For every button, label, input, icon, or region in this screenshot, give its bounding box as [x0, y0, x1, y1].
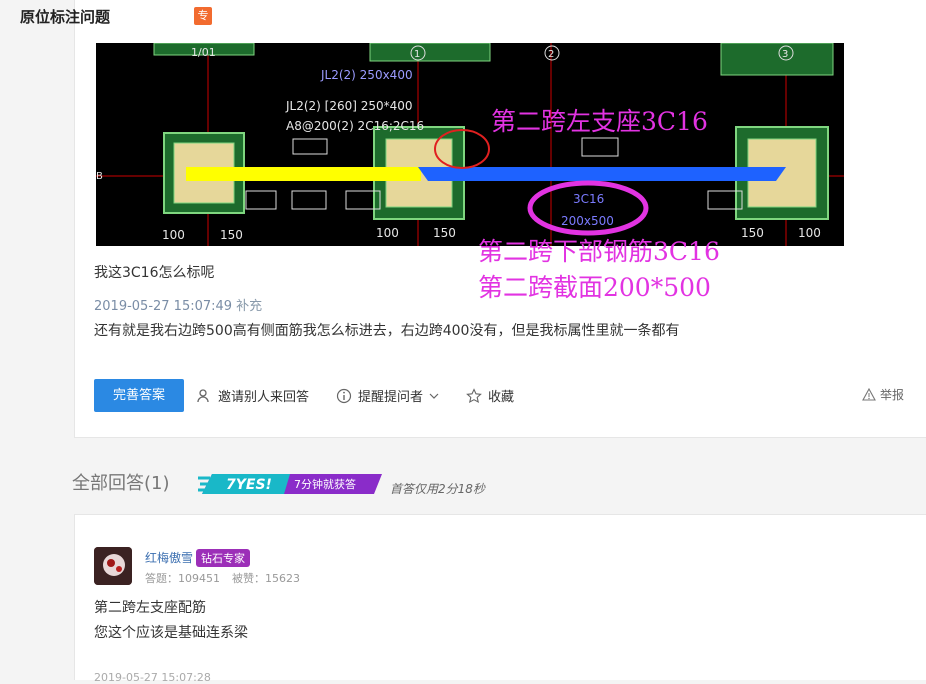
collect-button[interactable]: 收藏 — [466, 386, 514, 405]
answers-count: 答题：109451 — [145, 572, 220, 585]
warning-icon — [862, 387, 876, 402]
report-button[interactable]: 举报 — [862, 386, 904, 403]
annotation-left-support: 第二跨左支座3C16 — [491, 107, 708, 136]
answers-header: 全部回答(1) — [72, 473, 170, 494]
question-body-line2: 还有就是我右边跨500高有侧面筋我怎么标进去，右边跨400没有，但是我标属性里就… — [94, 323, 680, 339]
cad-dim-4: 150 — [433, 226, 456, 240]
user-add-icon — [196, 388, 212, 404]
question-image[interactable]: 1/01 1 2 3 JL2(2) 250x400 JL2(2) [260] 2… — [96, 43, 844, 246]
avatar[interactable] — [94, 547, 132, 585]
remind-label: 提醒提问者 — [358, 390, 424, 405]
chevron-down-icon — [429, 388, 439, 404]
question-meta: 2019-05-27 15:07:49 补充 — [94, 295, 262, 314]
expert-badge: 钻石专家 — [196, 549, 250, 567]
yes-badge-sub: 7分钟就获答 — [294, 477, 356, 491]
likes-count: 被赞：15623 — [232, 572, 300, 585]
cad-axis-1: 1 — [414, 49, 420, 60]
annotation-section: 第二跨截面200*500 — [478, 273, 711, 302]
question-body-line1: 我这3C16怎么标呢 — [94, 265, 215, 281]
info-icon — [336, 388, 352, 404]
invite-answer-button[interactable]: 邀请别人来回答 — [196, 386, 309, 405]
cad-dim-6: 100 — [798, 226, 821, 240]
cad-beam-2: JL2(2) [260] 250*400 — [285, 99, 413, 113]
cad-dim-3: 100 — [376, 226, 399, 240]
professional-badge: 专 — [194, 7, 212, 25]
cad-axis-2: 2 — [548, 49, 554, 60]
yes-badge: 7YES! 7分钟就获答 — [198, 470, 382, 498]
cad-beam-3: A8@200(2) 2C16;2C16 — [286, 119, 424, 133]
cad-oval-text-1: 3C16 — [573, 192, 604, 206]
cad-axis-a: 1/01 — [191, 46, 216, 59]
cad-b-marker: B — [96, 171, 103, 182]
first-answer-note: 首答仅用2分18秒 — [390, 482, 485, 496]
cad-dim-1: 100 — [162, 228, 185, 242]
star-icon — [466, 387, 482, 404]
answer-author-stats: 答题：109451 被赞：15623 — [145, 570, 300, 586]
answer-line1: 第二跨左支座配筋 — [94, 600, 206, 616]
cad-beam-1: JL2(2) 250x400 — [320, 68, 413, 82]
answer-line2: 您这个应该是基础连系梁 — [94, 625, 248, 641]
answer-timestamp: 2019-05-27 15:07:28 — [94, 671, 211, 684]
collect-label: 收藏 — [488, 390, 515, 405]
question-timestamp: 2019-05-27 15:07:49 — [94, 299, 233, 314]
question-title: 原位标注问题 — [20, 8, 111, 26]
invite-label: 邀请别人来回答 — [218, 390, 310, 405]
annotation-bottom-rebar: 第二跨下部钢筋3C16 — [478, 237, 720, 266]
cad-dim-2: 150 — [220, 228, 243, 242]
cad-oval-text-2: 200x500 — [561, 214, 614, 228]
cad-axis-3: 3 — [782, 49, 788, 60]
answer-author-name[interactable]: 红梅傲雪 — [145, 549, 193, 566]
complete-answer-button[interactable]: 完善答案 — [94, 379, 184, 412]
remind-asker-button[interactable]: 提醒提问者 — [336, 386, 439, 405]
yes-badge-main: 7YES! — [226, 477, 272, 493]
supplement-label: 补充 — [236, 299, 263, 314]
cad-dim-5: 150 — [741, 226, 764, 240]
report-label: 举报 — [880, 388, 905, 402]
